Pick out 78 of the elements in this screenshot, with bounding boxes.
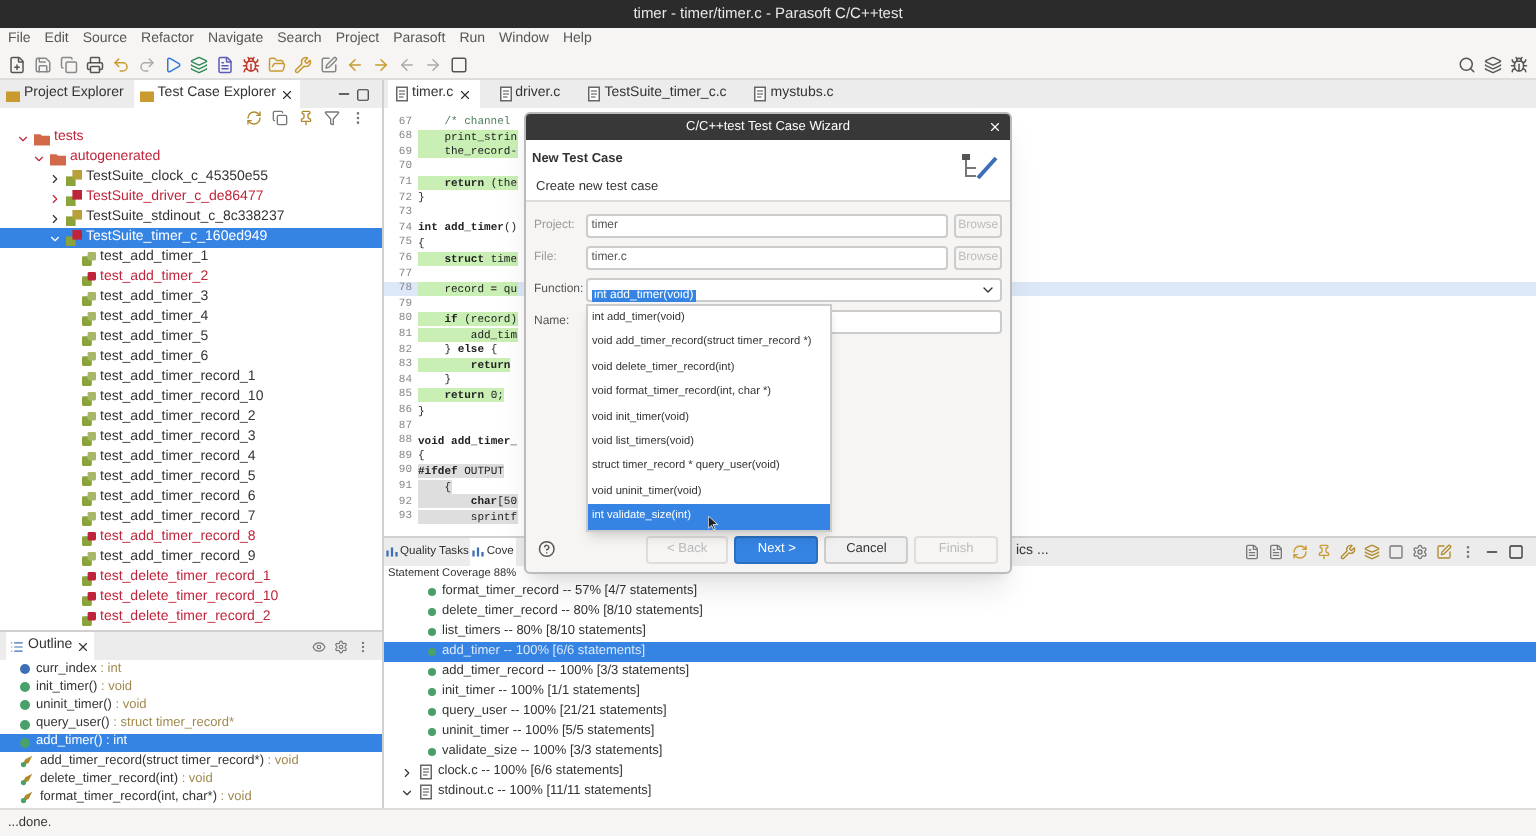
- view-menu-icon[interactable]: [356, 639, 370, 653]
- method-icon: [428, 688, 436, 696]
- method-icon: [428, 728, 436, 736]
- pen-icon[interactable]: [320, 56, 338, 74]
- file-icon[interactable]: [216, 56, 234, 74]
- declaration-icon: [20, 790, 34, 805]
- close-icon[interactable]: [76, 639, 91, 653]
- tab-icon: [139, 87, 154, 101]
- test-suite-icon: [66, 170, 82, 186]
- debug-perspective-icon[interactable]: [1510, 56, 1528, 74]
- layers-icon[interactable]: [190, 56, 208, 74]
- file-icon: [588, 86, 601, 102]
- declaration-icon: [20, 772, 34, 787]
- forward-icon[interactable]: [372, 56, 390, 74]
- expander-icon[interactable]: [400, 785, 414, 799]
- expander-icon[interactable]: [32, 151, 46, 165]
- file-icon: [499, 86, 512, 102]
- maximize-icon[interactable]: [356, 87, 370, 101]
- run-icon[interactable]: [164, 56, 182, 74]
- method-icon: [428, 608, 436, 616]
- collapse-icon[interactable]: [272, 110, 288, 126]
- wizard-icon: [960, 150, 1000, 182]
- refresh-icon[interactable]: [1292, 544, 1308, 560]
- wrench-icon[interactable]: [294, 56, 312, 74]
- close-icon[interactable]: [279, 87, 294, 101]
- field-icon: [20, 664, 30, 675]
- eye-icon[interactable]: [312, 639, 326, 653]
- outline-icon: [10, 639, 24, 653]
- method-icon: [428, 748, 436, 756]
- save-icon[interactable]: [34, 56, 52, 74]
- refresh-icon[interactable]: [246, 110, 262, 126]
- method-icon: [428, 588, 436, 596]
- settings-icon[interactable]: [1412, 544, 1428, 560]
- test-suite-icon: [66, 190, 82, 206]
- folder-icon[interactable]: [268, 56, 286, 74]
- document-icon[interactable]: [1268, 544, 1284, 560]
- file-icon: [396, 86, 408, 102]
- declaration-icon: [20, 754, 34, 769]
- file-icon: [420, 784, 432, 800]
- tab-icon: [386, 546, 398, 558]
- pen-icon[interactable]: [1436, 544, 1452, 560]
- redo-icon[interactable]: [138, 56, 156, 74]
- test-suite-icon: [66, 230, 82, 246]
- file-icon: [754, 86, 767, 102]
- expander-icon[interactable]: [400, 765, 414, 779]
- back-icon[interactable]: [346, 56, 364, 74]
- settings-icon[interactable]: [334, 639, 348, 653]
- bug-icon[interactable]: [242, 56, 260, 74]
- search-icon[interactable]: [1458, 56, 1476, 74]
- panel-icon[interactable]: [1388, 544, 1404, 560]
- print-icon[interactable]: [86, 56, 104, 74]
- method-icon: [428, 668, 436, 676]
- new-file-icon[interactable]: [8, 56, 26, 74]
- maximize-icon[interactable]: [1508, 544, 1524, 560]
- tab-icon: [6, 87, 20, 101]
- close-icon[interactable]: [457, 87, 472, 101]
- expander-icon[interactable]: [48, 211, 62, 225]
- pin-icon[interactable]: [298, 110, 314, 126]
- method-icon: [428, 628, 436, 636]
- method-icon: [428, 708, 436, 716]
- pin-icon[interactable]: [1316, 544, 1332, 560]
- help-icon[interactable]: [538, 540, 556, 558]
- expander-icon[interactable]: [48, 191, 62, 205]
- expander-icon[interactable]: [48, 171, 62, 185]
- report-icon[interactable]: [1244, 544, 1260, 560]
- copy-icon[interactable]: [60, 56, 78, 74]
- next-icon[interactable]: [424, 56, 442, 74]
- wrench-icon[interactable]: [1340, 544, 1356, 560]
- test-suite-icon: [66, 210, 82, 226]
- undo-icon[interactable]: [112, 56, 130, 74]
- file-icon: [420, 764, 432, 780]
- tab-icon: [472, 546, 485, 558]
- filter-icon[interactable]: [324, 110, 340, 126]
- perspective-icon[interactable]: [1484, 56, 1502, 74]
- expander-icon[interactable]: [16, 131, 30, 145]
- method-icon: [428, 648, 436, 656]
- layers-icon[interactable]: [1364, 544, 1380, 560]
- previous-icon[interactable]: [398, 56, 416, 74]
